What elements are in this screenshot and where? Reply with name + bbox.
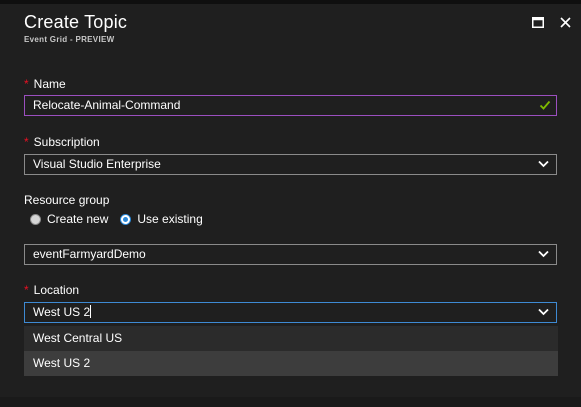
resource-group-radio-group: Create new Use existing [30,212,203,226]
chevron-down-icon [538,250,549,258]
close-button[interactable] [555,12,575,32]
subscription-dropdown[interactable]: Visual Studio Enterprise [24,154,557,175]
chevron-down-icon [538,160,549,168]
required-marker: * [24,77,29,91]
bottom-bar [0,397,581,407]
location-label-text: Location [33,283,80,297]
name-value: Relocate-Animal-Command [33,98,181,112]
location-dropdown[interactable]: West US 2 [24,302,557,323]
location-value: West US 2 [33,305,91,319]
name-label-text: Name [33,77,66,91]
name-field[interactable]: Relocate-Animal-Command [24,95,557,116]
chevron-down-icon [538,308,549,316]
check-icon [539,100,551,110]
subscription-label-text: Subscription [33,135,100,149]
maximize-icon [532,16,544,28]
radio-unchecked-icon [30,213,41,225]
subscription-label: * Subscription [24,135,100,149]
name-label: * Name [24,77,66,91]
location-label: * Location [24,283,79,297]
page-subtitle: Event Grid - PREVIEW [24,35,115,44]
radio-checked-icon [120,213,132,225]
subscription-value: Visual Studio Enterprise [33,157,161,171]
location-option-west-us-2[interactable]: West US 2 [24,351,558,376]
required-marker: * [24,135,29,149]
create-new-radio[interactable]: Create new [30,212,108,226]
resource-group-label: Resource group [24,193,110,207]
required-marker: * [24,283,29,297]
location-options-list: West Central US West US 2 [24,326,558,376]
text-caret [90,305,92,318]
create-new-label: Create new [47,212,109,226]
use-existing-radio[interactable]: Use existing [120,212,203,226]
location-option-west-central-us[interactable]: West Central US [24,326,558,351]
use-existing-label: Use existing [137,212,203,226]
close-icon [559,16,571,28]
resource-group-value: eventFarmyardDemo [33,247,146,261]
blade-header: Create Topic Event Grid - PREVIEW [0,4,581,60]
maximize-button[interactable] [528,12,548,32]
resource-group-dropdown[interactable]: eventFarmyardDemo [24,244,557,265]
page-title: Create Topic [24,12,128,32]
